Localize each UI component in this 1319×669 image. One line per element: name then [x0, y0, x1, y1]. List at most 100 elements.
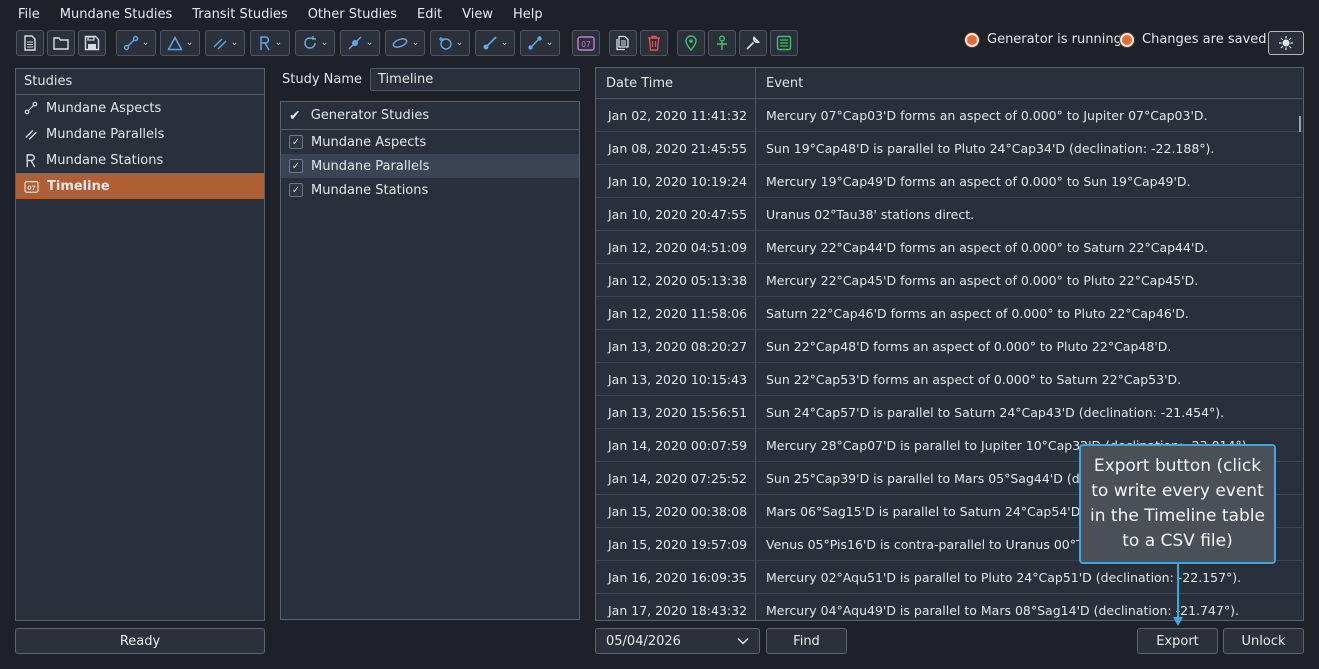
generator-item-mundane-aspects[interactable]: ✓ Mundane Aspects [281, 130, 579, 154]
chevron-down-icon: ⌄ [141, 38, 150, 48]
find-button[interactable]: Find [766, 628, 847, 654]
column-header-event[interactable]: Event [756, 68, 803, 98]
generator-status-label: Generator is running [987, 32, 1122, 47]
save-status: Changes are saved [1120, 32, 1267, 47]
menu-view[interactable]: View [452, 7, 503, 22]
menu-edit[interactable]: Edit [407, 7, 452, 22]
table-scrollbar[interactable] [1299, 116, 1301, 132]
table-row[interactable]: Jan 13, 2020 10:15:43 Sun 22°Cap53'D form… [596, 363, 1303, 396]
theme-toggle-button[interactable] [1268, 31, 1304, 55]
chevron-down-icon: ⌄ [411, 38, 420, 48]
new-file-button[interactable] [16, 30, 44, 56]
cell-event: Mercury 22°Cap45'D forms an aspect of 0.… [766, 272, 1199, 288]
menu-other-studies[interactable]: Other Studies [298, 7, 407, 22]
table-row[interactable]: Jan 02, 2020 11:41:32 Mercury 07°Cap03'D … [596, 99, 1303, 132]
ingress-dropdown[interactable]: ⌄ [385, 30, 425, 56]
ready-status: Ready [15, 628, 265, 654]
table-row[interactable]: Jan 16, 2020 16:09:35 Mercury 02°Aqu51'D … [596, 561, 1303, 594]
cell-event: Mars 06°Sag15'D is parallel to Saturn 24… [766, 503, 1116, 519]
chevron-down-icon: ⌄ [500, 38, 509, 48]
table-row[interactable]: Jan 12, 2020 04:51:09 Mercury 22°Cap44'D … [596, 231, 1303, 264]
cell-date-time: Jan 15, 2020 00:38:08 [596, 495, 756, 527]
table-row[interactable]: Jan 17, 2020 18:43:32 Mercury 04°Aqu49'D … [596, 594, 1303, 620]
menu-bar: File Mundane Studies Transit Studies Other … [0, 0, 1319, 28]
cycle-icon [303, 36, 316, 49]
copy-button[interactable] [609, 30, 637, 56]
person-button[interactable] [708, 30, 736, 56]
chevron-down-icon: ⌄ [230, 38, 239, 48]
table-row[interactable]: Jan 10, 2020 10:19:24 Mercury 19°Cap49'D … [596, 165, 1303, 198]
generator-studies-header[interactable]: ✔ Generator Studies [281, 102, 579, 130]
study-item-timeline[interactable]: 07 Timeline [16, 173, 264, 199]
cell-date-time: Jan 12, 2020 11:58:06 [596, 297, 756, 329]
parallels-dropdown[interactable]: ⌄ [205, 30, 245, 56]
cell-event: Mercury 04°Aqu49'D is parallel to Mars 0… [766, 602, 1239, 618]
table-row[interactable]: Jan 13, 2020 08:20:27 Sun 22°Cap48'D form… [596, 330, 1303, 363]
person-icon [717, 35, 727, 50]
database-button[interactable] [770, 30, 798, 56]
table-row[interactable]: Jan 08, 2020 21:45:55 Sun 19°Cap48'D is p… [596, 132, 1303, 165]
cell-event: Saturn 22°Cap46'D forms an aspect of 0.0… [766, 305, 1189, 321]
open-button[interactable] [47, 30, 75, 56]
table-row[interactable]: Jan 12, 2020 11:58:06 Saturn 22°Cap46'D f… [596, 297, 1303, 330]
progressions-dropdown[interactable]: ⌄ [520, 30, 560, 56]
lunations-dropdown[interactable]: ⌄ [430, 30, 470, 56]
eclipse-icon [348, 36, 362, 50]
generator-item-mundane-parallels[interactable]: ✓ Mundane Parallels [281, 154, 579, 178]
transits-dropdown[interactable]: ⌄ [475, 30, 515, 56]
table-row[interactable]: Jan 13, 2020 15:56:51 Sun 24°Cap57'D is p… [596, 396, 1303, 429]
timeline-button[interactable]: 07 [572, 30, 600, 56]
checkbox[interactable]: ✓ [289, 183, 303, 197]
cell-date-time: Jan 13, 2020 10:15:43 [596, 363, 756, 395]
menu-transit-studies[interactable]: Transit Studies [182, 7, 297, 22]
tools-button[interactable] [739, 30, 767, 56]
location-button[interactable] [677, 30, 705, 56]
delete-button[interactable] [640, 30, 668, 56]
study-item-mundane-aspects[interactable]: Mundane Aspects [16, 95, 264, 121]
cell-date-time: Jan 13, 2020 08:20:27 [596, 330, 756, 362]
progression-icon [528, 36, 542, 50]
cell-date-time: Jan 12, 2020 04:51:09 [596, 231, 756, 263]
study-name-field[interactable]: Timeline [370, 68, 580, 91]
cell-date-time: Jan 10, 2020 20:47:55 [596, 198, 756, 230]
harmonics-dropdown[interactable]: ⌄ [160, 30, 200, 56]
unlock-button[interactable]: Unlock [1223, 628, 1304, 654]
generator-item-label: Mundane Parallels [311, 158, 430, 174]
date-select[interactable]: 05/04/2026 [595, 628, 760, 654]
menu-help[interactable]: Help [503, 7, 553, 22]
table-row[interactable]: Jan 12, 2020 05:13:38 Mercury 22°Cap45'D … [596, 264, 1303, 297]
studies-panel: Studies Mundane Aspects Mundane Parallels… [15, 68, 265, 621]
cell-date-time: Jan 02, 2020 11:41:32 [596, 99, 756, 131]
generator-studies-panel: ✔ Generator Studies ✓ Mundane Aspects ✓ Mun… [280, 101, 580, 620]
export-button[interactable]: Export [1137, 628, 1218, 654]
study-item-mundane-parallels[interactable]: Mundane Parallels [16, 121, 264, 147]
column-header-date[interactable]: Date Time [596, 68, 756, 98]
menu-mundane-studies[interactable]: Mundane Studies [50, 7, 183, 22]
stations-dropdown[interactable]: ⌄ [250, 30, 290, 56]
checkbox[interactable]: ✓ [289, 159, 303, 173]
menu-file[interactable]: File [8, 7, 50, 22]
chevron-down-icon: ⌄ [320, 38, 329, 48]
table-row[interactable]: Jan 10, 2020 20:47:55 Uranus 02°Tau38' st… [596, 198, 1303, 231]
chevron-down-icon: ⌄ [455, 38, 464, 48]
retrograde-icon [24, 153, 38, 168]
cell-event: Sun 25°Cap39'D is parallel to Mars 05°Sa… [766, 470, 1117, 486]
trash-icon [648, 35, 660, 51]
chevron-down-icon: ⌄ [545, 38, 554, 48]
save-button[interactable] [78, 30, 106, 56]
studies-header: Studies [16, 69, 264, 95]
cell-date-time: Jan 14, 2020 07:25:52 [596, 462, 756, 494]
study-item-mundane-stations[interactable]: Mundane Stations [16, 147, 264, 173]
cell-event: Sun 22°Cap53'D forms an aspect of 0.000°… [766, 371, 1182, 387]
eclipses-dropdown[interactable]: ⌄ [340, 30, 380, 56]
aspects-dropdown[interactable]: ⌄ [116, 30, 156, 56]
parallel-icon [24, 127, 38, 141]
cell-date-time: Jan 16, 2020 16:09:35 [596, 561, 756, 593]
calendar-icon: 07 [24, 180, 39, 193]
generator-item-label: Mundane Stations [311, 182, 429, 198]
moon-icon [438, 37, 452, 50]
checkbox[interactable]: ✓ [289, 135, 303, 149]
cycles-dropdown[interactable]: ⌄ [295, 30, 335, 56]
generator-item-mundane-stations[interactable]: ✓ Mundane Stations [281, 178, 579, 202]
cell-event: Mercury 02°Aqu51'D is parallel to Pluto … [766, 569, 1242, 585]
